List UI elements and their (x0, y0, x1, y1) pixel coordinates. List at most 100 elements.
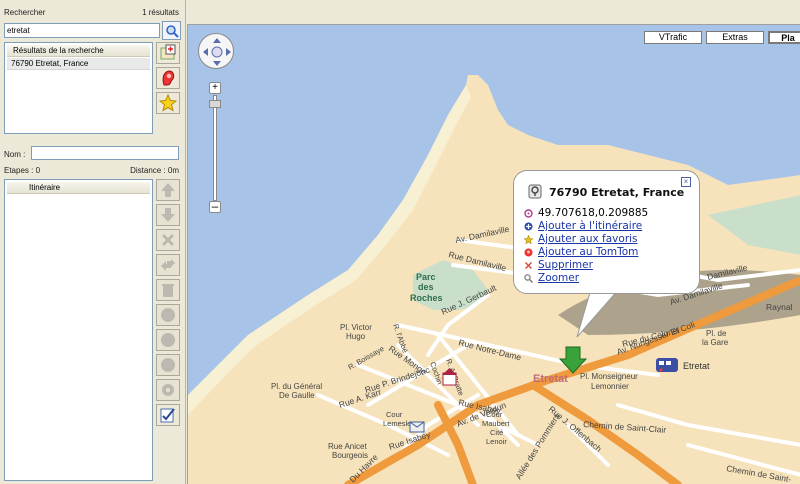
app-window: Rechercher 1 résultats Résultats de la r… (0, 0, 800, 484)
circle-icon (161, 308, 175, 322)
move-down-button[interactable] (156, 204, 180, 226)
zoom-slider-handle[interactable] (209, 100, 221, 108)
move-up-button[interactable] (156, 179, 180, 201)
results-list: Résultats de la recherche 76790 Etretat,… (4, 42, 153, 134)
plus-icon: + (212, 82, 218, 93)
add-to-tomtom-link[interactable]: Ajouter au TomTom (538, 246, 638, 258)
park-label-des: des (418, 282, 434, 292)
popup-action-delete[interactable]: Supprimer (524, 259, 593, 271)
zoom-out-button[interactable]: – (209, 199, 221, 213)
zoom-in-button[interactable]: + (209, 82, 221, 94)
place-gare-1: Pl. de (706, 329, 727, 338)
tool-button-4[interactable] (156, 379, 180, 401)
popup-close-button[interactable]: × (681, 177, 691, 187)
road-saint-clair-2: Chemin de Saint- (726, 463, 793, 484)
gear-icon (162, 384, 174, 396)
edit-route-button[interactable] (156, 404, 180, 426)
map-view[interactable]: Parc des Roches Etretat Etretat Av. de V… (187, 24, 800, 484)
popup-coords-row: 49.707618,0.209885 (524, 207, 648, 219)
search-input[interactable] (4, 23, 160, 38)
globe-icon (161, 358, 175, 372)
distance-label: Distance : 0m (130, 166, 179, 175)
popup-tail (576, 289, 620, 338)
popup-coords: 49.707618,0.209885 (538, 207, 649, 219)
post-office-icon (409, 421, 425, 433)
list-item[interactable]: 76790 Etretat, France (7, 58, 150, 70)
place-victor-2: Hugo (346, 332, 366, 341)
tool-button-1[interactable] (156, 304, 180, 326)
place-general-1: Pl. du Général (271, 382, 322, 391)
map-add-icon (160, 44, 176, 60)
tab-extras[interactable]: Extras (706, 31, 764, 44)
pan-control[interactable] (198, 33, 234, 69)
park-label-roches: Roches (410, 293, 443, 303)
cour-maubert-2: Maubert (482, 419, 510, 428)
place-monseigneur-2: Lemonnier (591, 382, 629, 391)
search-button[interactable] (162, 21, 181, 40)
park-label-parc: Parc (416, 272, 436, 282)
crosshair-icon (524, 208, 533, 218)
zoom-link[interactable]: Zoomer (538, 272, 579, 284)
popup-action-zoom[interactable]: Zoomer (524, 272, 579, 284)
place-victor-1: Pl. Victor (340, 323, 372, 332)
place-monseigneur-1: Pl. Monseigneur (580, 372, 638, 381)
tool-button-2[interactable] (156, 329, 180, 351)
road-raynal: Raynal (766, 302, 793, 312)
swap-icon (161, 259, 175, 271)
road-karr: Rue A. Karr (338, 387, 383, 410)
add-to-favorites-link[interactable]: Ajouter aux favoris (538, 233, 638, 245)
town-label: Etretat (533, 373, 568, 385)
popup-action-itinerary[interactable]: Ajouter à l'itinéraire (524, 220, 642, 232)
park-area-east (708, 195, 800, 255)
tab-plan[interactable]: Pla (768, 31, 800, 44)
minus-icon: – (211, 199, 219, 213)
cite-1: Cité (490, 428, 503, 437)
zoom-slider-track[interactable] (213, 95, 217, 201)
results-header: Résultats de la recherche (7, 45, 150, 57)
place-general-2: De Gaulle (279, 391, 315, 400)
delete-step-button[interactable] (156, 229, 180, 251)
star-icon (159, 94, 177, 112)
add-to-itinerary-link[interactable]: Ajouter à l'itinéraire (538, 220, 642, 232)
result-count: 1 résultats (142, 8, 179, 17)
magnifier-icon (165, 24, 179, 38)
tab-vtrafic[interactable]: VTrafic (644, 31, 702, 44)
arrow-down-icon (161, 208, 175, 222)
rue-anicet-1: Rue Anicet (328, 442, 367, 451)
add-to-map-button[interactable] (156, 42, 180, 64)
place-gare-2: la Gare (702, 338, 729, 347)
road-saint-clair: Chemin de Saint-Clair (583, 419, 667, 435)
favorites-button[interactable] (156, 92, 180, 114)
location-popup: 76790 Etretat, France × 49.707618,0.2098… (513, 170, 700, 294)
cour-lemesle-2: Lemesle (383, 419, 411, 428)
cite-2: Lenoir (486, 437, 507, 446)
clear-button[interactable] (156, 279, 180, 301)
zoom-icon (524, 273, 533, 283)
map-canvas: Parc des Roches Etretat Etretat Av. de V… (188, 25, 800, 484)
tomtom-button[interactable] (156, 67, 180, 89)
cour-lemesle-1: Cour (386, 410, 403, 419)
popup-action-tomtom[interactable]: Ajouter au TomTom (524, 246, 638, 258)
itinerary-list: Itinéraire (4, 179, 153, 481)
trash-icon (162, 284, 174, 297)
road-notre-dame: Rue Notre-Dame (458, 337, 523, 362)
search-label: Rechercher (4, 8, 46, 17)
delete-icon (525, 261, 532, 269)
pan-arrows-icon (203, 38, 231, 66)
road-allee: Allée des Pommiers (513, 412, 562, 481)
delete-link[interactable]: Supprimer (538, 259, 593, 271)
cour-maubert-1: Cour (486, 410, 503, 419)
poi-etretat-label: Etretat (683, 361, 710, 371)
place-icon (528, 184, 542, 199)
left-panel: Rechercher 1 résultats Résultats de la r… (0, 0, 186, 484)
reverse-button[interactable] (156, 254, 180, 276)
route-name-input[interactable] (31, 146, 179, 160)
arrow-up-icon (161, 183, 175, 197)
close-icon: × (683, 177, 689, 186)
itinerary-header: Itinéraire (7, 182, 150, 194)
popup-action-favorites[interactable]: Ajouter aux favoris (524, 233, 638, 245)
add-circle-icon (524, 222, 533, 230)
tool-button-3[interactable] (156, 354, 180, 376)
steps-label: Etapes : 0 (4, 166, 41, 175)
hand-ear-icon (162, 70, 175, 86)
